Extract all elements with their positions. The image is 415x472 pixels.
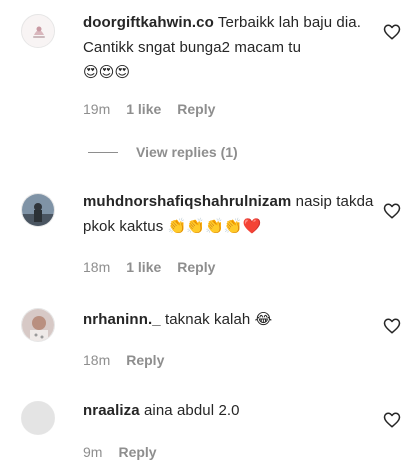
comment-text: nraaliza aina abdul 2.0 xyxy=(83,398,375,423)
heart-icon[interactable] xyxy=(383,411,401,429)
comment-emojis: 👏👏👏👏❤️ xyxy=(167,218,262,235)
default-avatar-icon xyxy=(22,402,54,434)
comment-text: nrhaninn._ taknak kalah 😂 xyxy=(83,307,375,332)
heart-icon[interactable] xyxy=(383,317,401,335)
comment-likes[interactable]: 1 like xyxy=(126,101,161,117)
reply-button[interactable]: Reply xyxy=(118,444,156,460)
comment-time: 18m xyxy=(83,352,111,368)
comment-meta: 9m Reply xyxy=(83,444,157,460)
comment-username[interactable]: doorgiftkahwin.co xyxy=(83,14,214,31)
comment-text: muhdnorshafiqshahrulnizam nasip takda pk… xyxy=(83,189,375,239)
comment-meta: 18m Reply xyxy=(83,352,164,368)
avatar[interactable] xyxy=(21,193,55,227)
comment-username[interactable]: nrhaninn._ xyxy=(83,311,161,328)
comment-likes[interactable]: 1 like xyxy=(126,259,161,275)
comment-meta: 19m 1 like Reply xyxy=(83,101,215,117)
avatar-photo-icon xyxy=(22,309,54,341)
comment-meta: 18m 1 like Reply xyxy=(83,259,215,275)
avatar[interactable] xyxy=(21,14,55,48)
comment-emojis: 😍😍😍 xyxy=(83,64,131,81)
comment-username[interactable]: muhdnorshafiqshahrulnizam xyxy=(83,193,291,210)
avatar[interactable] xyxy=(21,401,55,435)
heart-icon[interactable] xyxy=(383,23,401,41)
avatar-logo-icon xyxy=(22,15,54,47)
reply-button[interactable]: Reply xyxy=(177,101,215,117)
comment-emojis: 😂 xyxy=(254,311,273,328)
avatar-photo-icon xyxy=(22,194,54,226)
comment-time: 9m xyxy=(83,444,103,460)
comment-text: doorgiftkahwin.co Terbaikk lah baju dia.… xyxy=(83,10,375,85)
comment-body: taknak kalah xyxy=(164,311,251,328)
heart-icon[interactable] xyxy=(383,202,401,220)
comment-username[interactable]: nraaliza xyxy=(83,402,140,419)
reply-button[interactable]: Reply xyxy=(126,352,164,368)
view-replies-button[interactable]: View replies (1) xyxy=(88,144,238,160)
avatar[interactable] xyxy=(21,308,55,342)
divider-line xyxy=(88,151,118,153)
view-replies-label[interactable]: View replies (1) xyxy=(136,144,238,160)
comment-time: 19m xyxy=(83,101,111,117)
comment-time: 18m xyxy=(83,259,111,275)
comment-body: aina abdul 2.0 xyxy=(143,402,240,419)
reply-button[interactable]: Reply xyxy=(177,259,215,275)
